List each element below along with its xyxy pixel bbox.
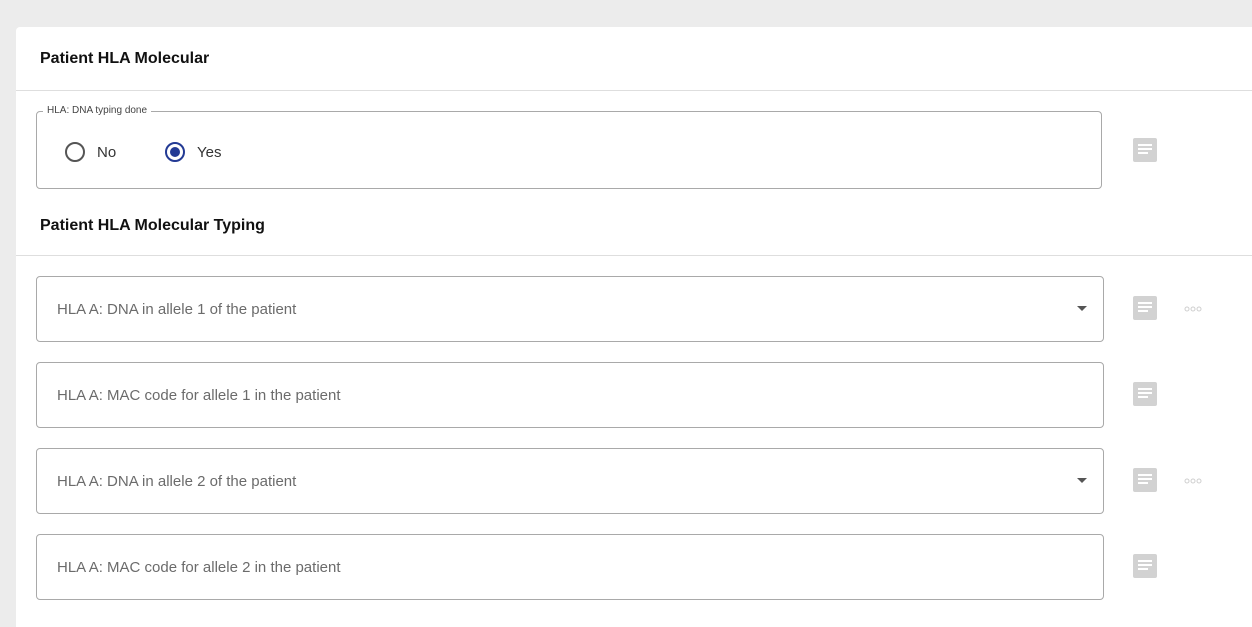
dna-typing-done-group: HLA: DNA typing done No Yes — [36, 105, 1102, 189]
section-divider — [16, 90, 1252, 91]
dropdown-arrow-icon[interactable] — [1077, 306, 1087, 311]
hla-a-mac-code-allele-1-placeholder: HLA A: MAC code for allele 1 in the pati… — [57, 387, 341, 404]
hla-a-dna-allele-1-dropdown[interactable]: HLA A: DNA in allele 1 of the patient — [36, 276, 1104, 342]
hla-a-dna-allele-2-dropdown[interactable]: HLA A: DNA in allele 2 of the patient — [36, 448, 1104, 514]
radio-option-yes[interactable]: Yes — [165, 138, 221, 166]
section-title-patient-hla-molecular: Patient HLA Molecular — [40, 50, 210, 67]
radio-yes-circle[interactable] — [165, 142, 185, 162]
hla-a-mac-code-allele-2-placeholder: HLA A: MAC code for allele 2 in the pati… — [57, 559, 341, 576]
hla-a-mac-code-allele-1-input[interactable]: HLA A: MAC code for allele 1 in the pati… — [36, 362, 1104, 428]
comment-icon[interactable] — [1132, 295, 1158, 321]
comment-icon[interactable] — [1132, 137, 1158, 163]
section-title-patient-hla-molecular-typing: Patient HLA Molecular Typing — [40, 217, 265, 234]
more-options-icon[interactable] — [1184, 306, 1202, 312]
radio-no-label[interactable]: No — [97, 144, 116, 161]
hla-a-mac-code-allele-2-input[interactable]: HLA A: MAC code for allele 2 in the pati… — [36, 534, 1104, 600]
hla-a-dna-allele-1-placeholder: HLA A: DNA in allele 1 of the patient — [57, 301, 297, 318]
more-options-icon[interactable] — [1184, 478, 1202, 484]
radio-option-no[interactable]: No — [65, 138, 116, 166]
comment-icon[interactable] — [1132, 381, 1158, 407]
comment-icon[interactable] — [1132, 467, 1158, 493]
dropdown-arrow-icon[interactable] — [1077, 478, 1087, 483]
radio-no-circle[interactable] — [65, 142, 85, 162]
comment-icon[interactable] — [1132, 553, 1158, 579]
section-divider — [16, 255, 1252, 256]
radio-yes-label[interactable]: Yes — [197, 144, 221, 161]
hla-a-dna-allele-2-placeholder: HLA A: DNA in allele 2 of the patient — [57, 473, 297, 490]
dna-typing-done-legend: HLA: DNA typing done — [43, 105, 152, 117]
form-card: Patient HLA Molecular HLA: DNA typing do… — [16, 27, 1252, 627]
